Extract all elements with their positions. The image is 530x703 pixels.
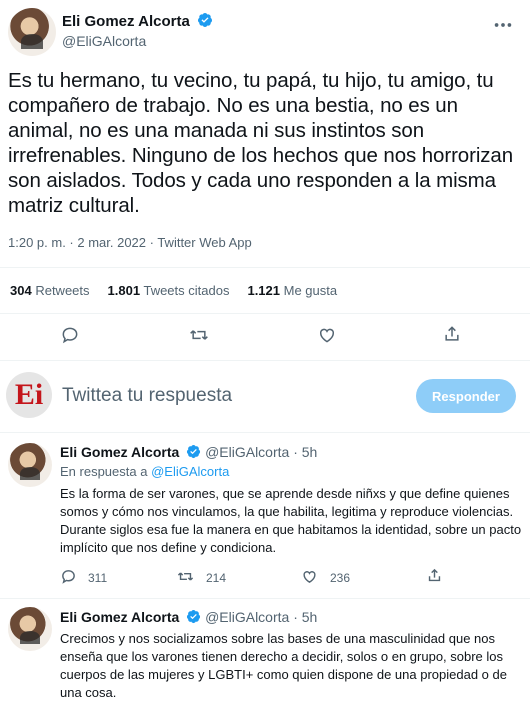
like-icon[interactable] — [317, 325, 337, 345]
reply-author-name[interactable]: Eli Gomez Alcorta — [60, 609, 179, 625]
quote-count: 1.801 — [107, 283, 141, 298]
reply-count: 311 — [88, 571, 108, 585]
stat-retweets[interactable]: 304 Retweets — [10, 283, 90, 298]
reply-time[interactable]: · 5h — [293, 444, 317, 460]
share-icon[interactable] — [442, 324, 462, 344]
reply-time[interactable]: · 5h — [293, 609, 317, 625]
stat-quotes[interactable]: 1.801 Tweets citados — [108, 283, 230, 298]
reply-button[interactable]: Responder — [416, 379, 516, 413]
stat-likes[interactable]: 1.121 Me gusta — [247, 283, 337, 298]
author-avatar[interactable] — [8, 8, 56, 56]
reply-text: Es la forma de ser varones, que se apren… — [60, 486, 522, 555]
reply-text: Crecimos y nos socializamos sobre las ba… — [60, 631, 507, 700]
like-label: Me gusta — [283, 283, 338, 298]
retweet-count: 304 — [10, 283, 32, 298]
retweet-count: 214 — [206, 571, 227, 585]
divider — [0, 432, 530, 433]
reply-context-link[interactable]: @EliGAlcorta — [151, 464, 229, 479]
like-icon[interactable] — [301, 568, 318, 585]
author-name[interactable]: Eli Gomez Alcorta — [62, 13, 190, 30]
reply-icon[interactable] — [60, 568, 77, 585]
tweet-stats: 304 Retweets 1.801 Tweets citados 1.121 … — [10, 283, 337, 298]
tweet-timestamp[interactable]: 1:20 p. m. · 2 mar. 2022 · Twitter Web A… — [8, 235, 252, 250]
tweet-text: Es tu hermano, tu vecino, tu papá, tu hi… — [8, 69, 514, 217]
reply-author-handle[interactable]: @EliGAlcorta — [205, 444, 289, 460]
divider — [0, 313, 530, 314]
retweet-icon[interactable] — [189, 325, 209, 345]
verified-badge-icon — [187, 609, 201, 624]
like-count: 236 — [330, 571, 351, 585]
reply-icon[interactable] — [60, 325, 80, 345]
reply-header: Eli Gomez Alcorta @EliGAlcorta · 5h — [60, 444, 317, 460]
reply-context: En respuesta a @EliGAlcorta — [60, 464, 229, 479]
more-icon[interactable] — [492, 14, 514, 36]
divider — [0, 360, 530, 361]
divider — [0, 267, 530, 268]
user-avatar-logo: Ei — [6, 372, 52, 418]
retweet-icon[interactable] — [177, 568, 194, 585]
reply-avatar[interactable] — [8, 607, 52, 651]
quote-label: Tweets citados — [143, 283, 230, 298]
share-icon[interactable] — [426, 567, 443, 584]
author-name-row[interactable]: Eli Gomez Alcorta — [62, 12, 213, 31]
reply-context-prefix: En respuesta a — [60, 464, 148, 479]
divider — [0, 598, 530, 599]
reply-author-name[interactable]: Eli Gomez Alcorta — [60, 444, 179, 460]
reply-input[interactable]: Twittea tu respuesta — [62, 385, 232, 407]
reply-avatar[interactable] — [8, 443, 52, 487]
reply-header: Eli Gomez Alcorta @EliGAlcorta · 5h — [60, 609, 317, 625]
logo-text: Ei — [14, 378, 44, 411]
verified-badge-icon — [198, 13, 213, 27]
reply-author-handle[interactable]: @EliGAlcorta — [205, 609, 289, 625]
retweet-label: Retweets — [35, 283, 90, 298]
verified-badge-icon — [187, 444, 201, 459]
like-count: 1.121 — [247, 283, 281, 298]
author-handle[interactable]: @EliGAlcorta — [62, 33, 146, 49]
